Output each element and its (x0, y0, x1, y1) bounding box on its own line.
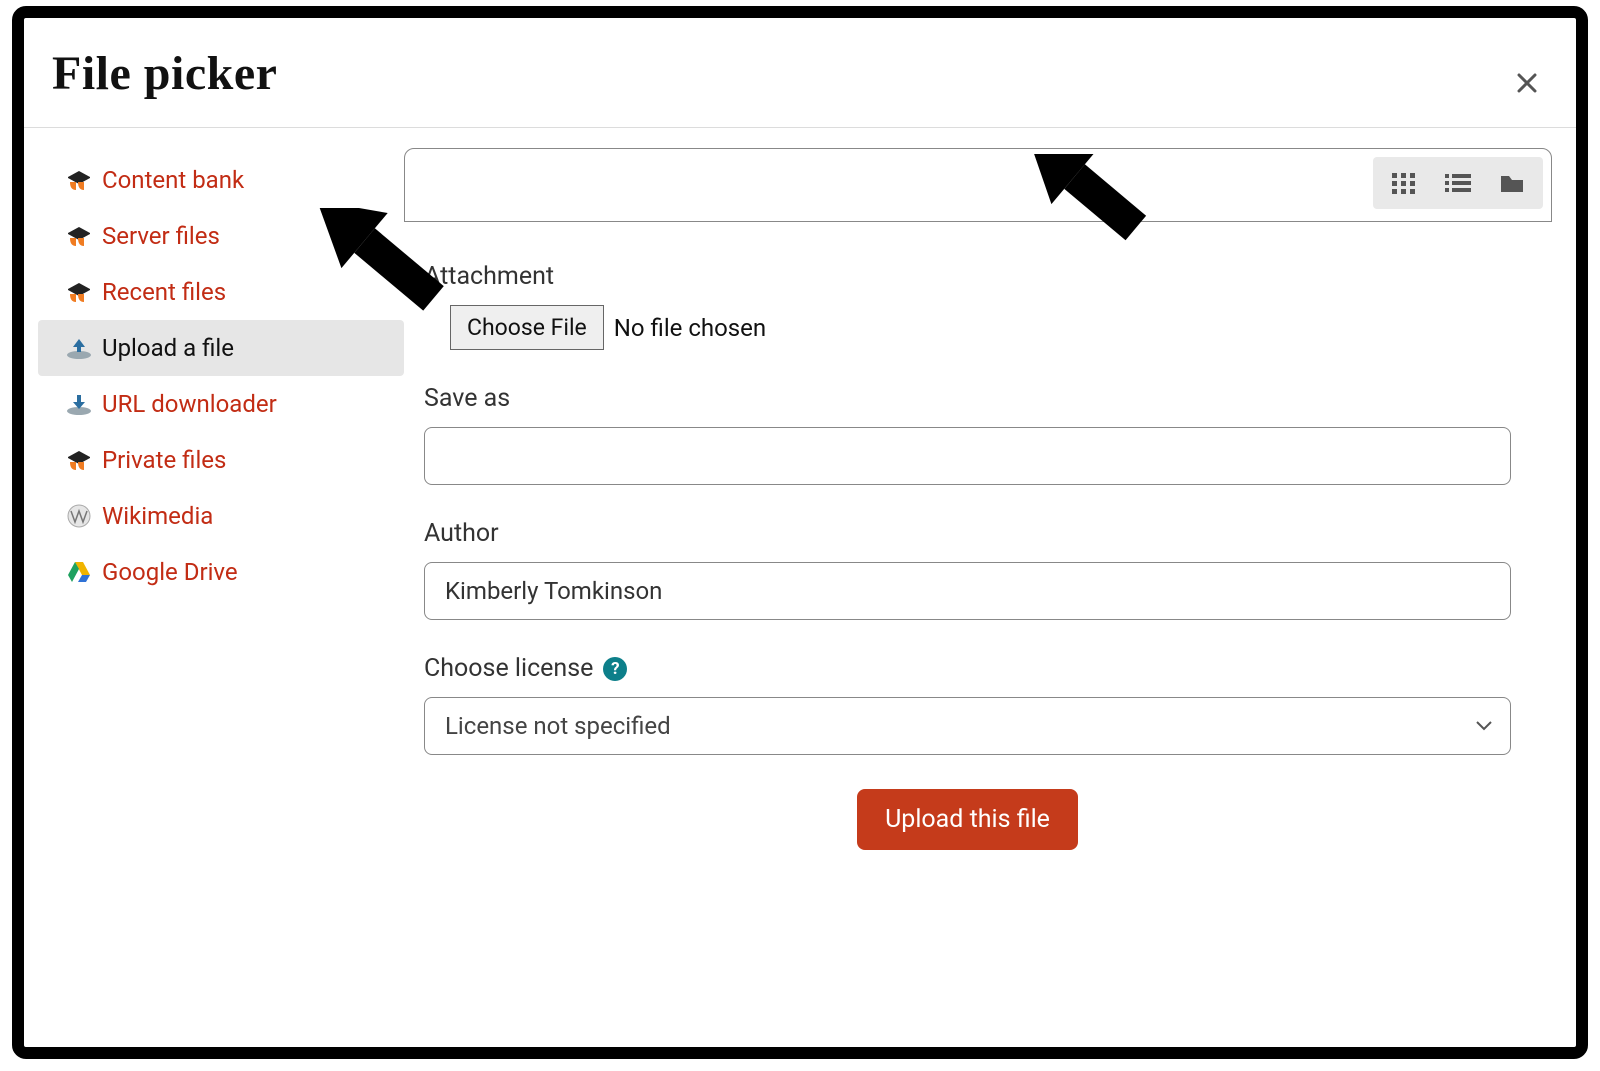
sidebar-item-label: Wikimedia (102, 502, 213, 530)
download-icon (66, 391, 92, 417)
sidebar-item-label: Recent files (102, 278, 226, 306)
close-icon (1516, 72, 1538, 94)
dialog-title: File picker (52, 46, 1536, 101)
sidebar-item-upload-a-file[interactable]: Upload a file (38, 320, 404, 376)
repository-sidebar: Content bank Server files Recent files U… (24, 128, 404, 1037)
save-as-input[interactable] (424, 427, 1511, 485)
sidebar-item-label: Upload a file (102, 334, 234, 362)
sidebar-item-url-downloader[interactable]: URL downloader (38, 376, 404, 432)
grid-icon (1391, 172, 1417, 194)
sidebar-item-label: Private files (102, 446, 226, 474)
help-icon[interactable]: ? (603, 657, 627, 681)
upload-form: Attachment Choose File No file chosen Sa… (404, 222, 1552, 850)
view-icons-button[interactable] (1377, 161, 1431, 205)
view-mode-group (1373, 157, 1543, 209)
moodle-icon (66, 167, 92, 193)
attachment-label: Attachment (424, 262, 1511, 291)
sidebar-item-google-drive[interactable]: Google Drive (38, 544, 404, 600)
license-field: Choose license ? License not specified (424, 654, 1511, 755)
no-file-chosen-text: No file chosen (614, 314, 766, 342)
choose-file-button[interactable]: Choose File (450, 305, 604, 350)
sidebar-item-wikimedia[interactable]: Wikimedia (38, 488, 404, 544)
sidebar-item-label: Server files (102, 222, 220, 250)
save-as-label: Save as (424, 384, 1511, 413)
list-icon (1444, 172, 1472, 194)
moodle-icon (66, 279, 92, 305)
dialog-body: Content bank Server files Recent files U… (24, 128, 1576, 1037)
upload-icon (66, 335, 92, 361)
sidebar-item-server-files[interactable]: Server files (38, 208, 404, 264)
author-label: Author (424, 519, 1511, 548)
license-label: Choose license ? (424, 654, 1511, 683)
moodle-icon (66, 447, 92, 473)
author-field: Author (424, 519, 1511, 620)
google-drive-icon (66, 559, 92, 585)
sidebar-item-label: URL downloader (102, 390, 277, 418)
sidebar-item-label: Content bank (102, 166, 244, 194)
file-picker-dialog: File picker Content bank Server files (12, 6, 1588, 1059)
dialog-header: File picker (24, 18, 1576, 128)
sidebar-item-recent-files[interactable]: Recent files (38, 264, 404, 320)
moodle-icon (66, 223, 92, 249)
sidebar-item-label: Google Drive (102, 558, 238, 586)
view-list-button[interactable] (1431, 161, 1485, 205)
wikimedia-icon (66, 503, 92, 529)
sidebar-item-content-bank[interactable]: Content bank (38, 152, 404, 208)
close-button[interactable] (1512, 68, 1542, 98)
save-as-field: Save as (424, 384, 1511, 485)
content-area: Attachment Choose File No file chosen Sa… (404, 128, 1576, 1037)
upload-this-file-button[interactable]: Upload this file (857, 789, 1078, 850)
view-tree-button[interactable] (1485, 161, 1539, 205)
folder-icon (1499, 172, 1525, 194)
license-select[interactable]: License not specified (424, 697, 1511, 755)
sidebar-item-private-files[interactable]: Private files (38, 432, 404, 488)
author-input[interactable] (424, 562, 1511, 620)
attachment-field: Attachment Choose File No file chosen (424, 262, 1511, 350)
content-toolbar (404, 148, 1552, 222)
